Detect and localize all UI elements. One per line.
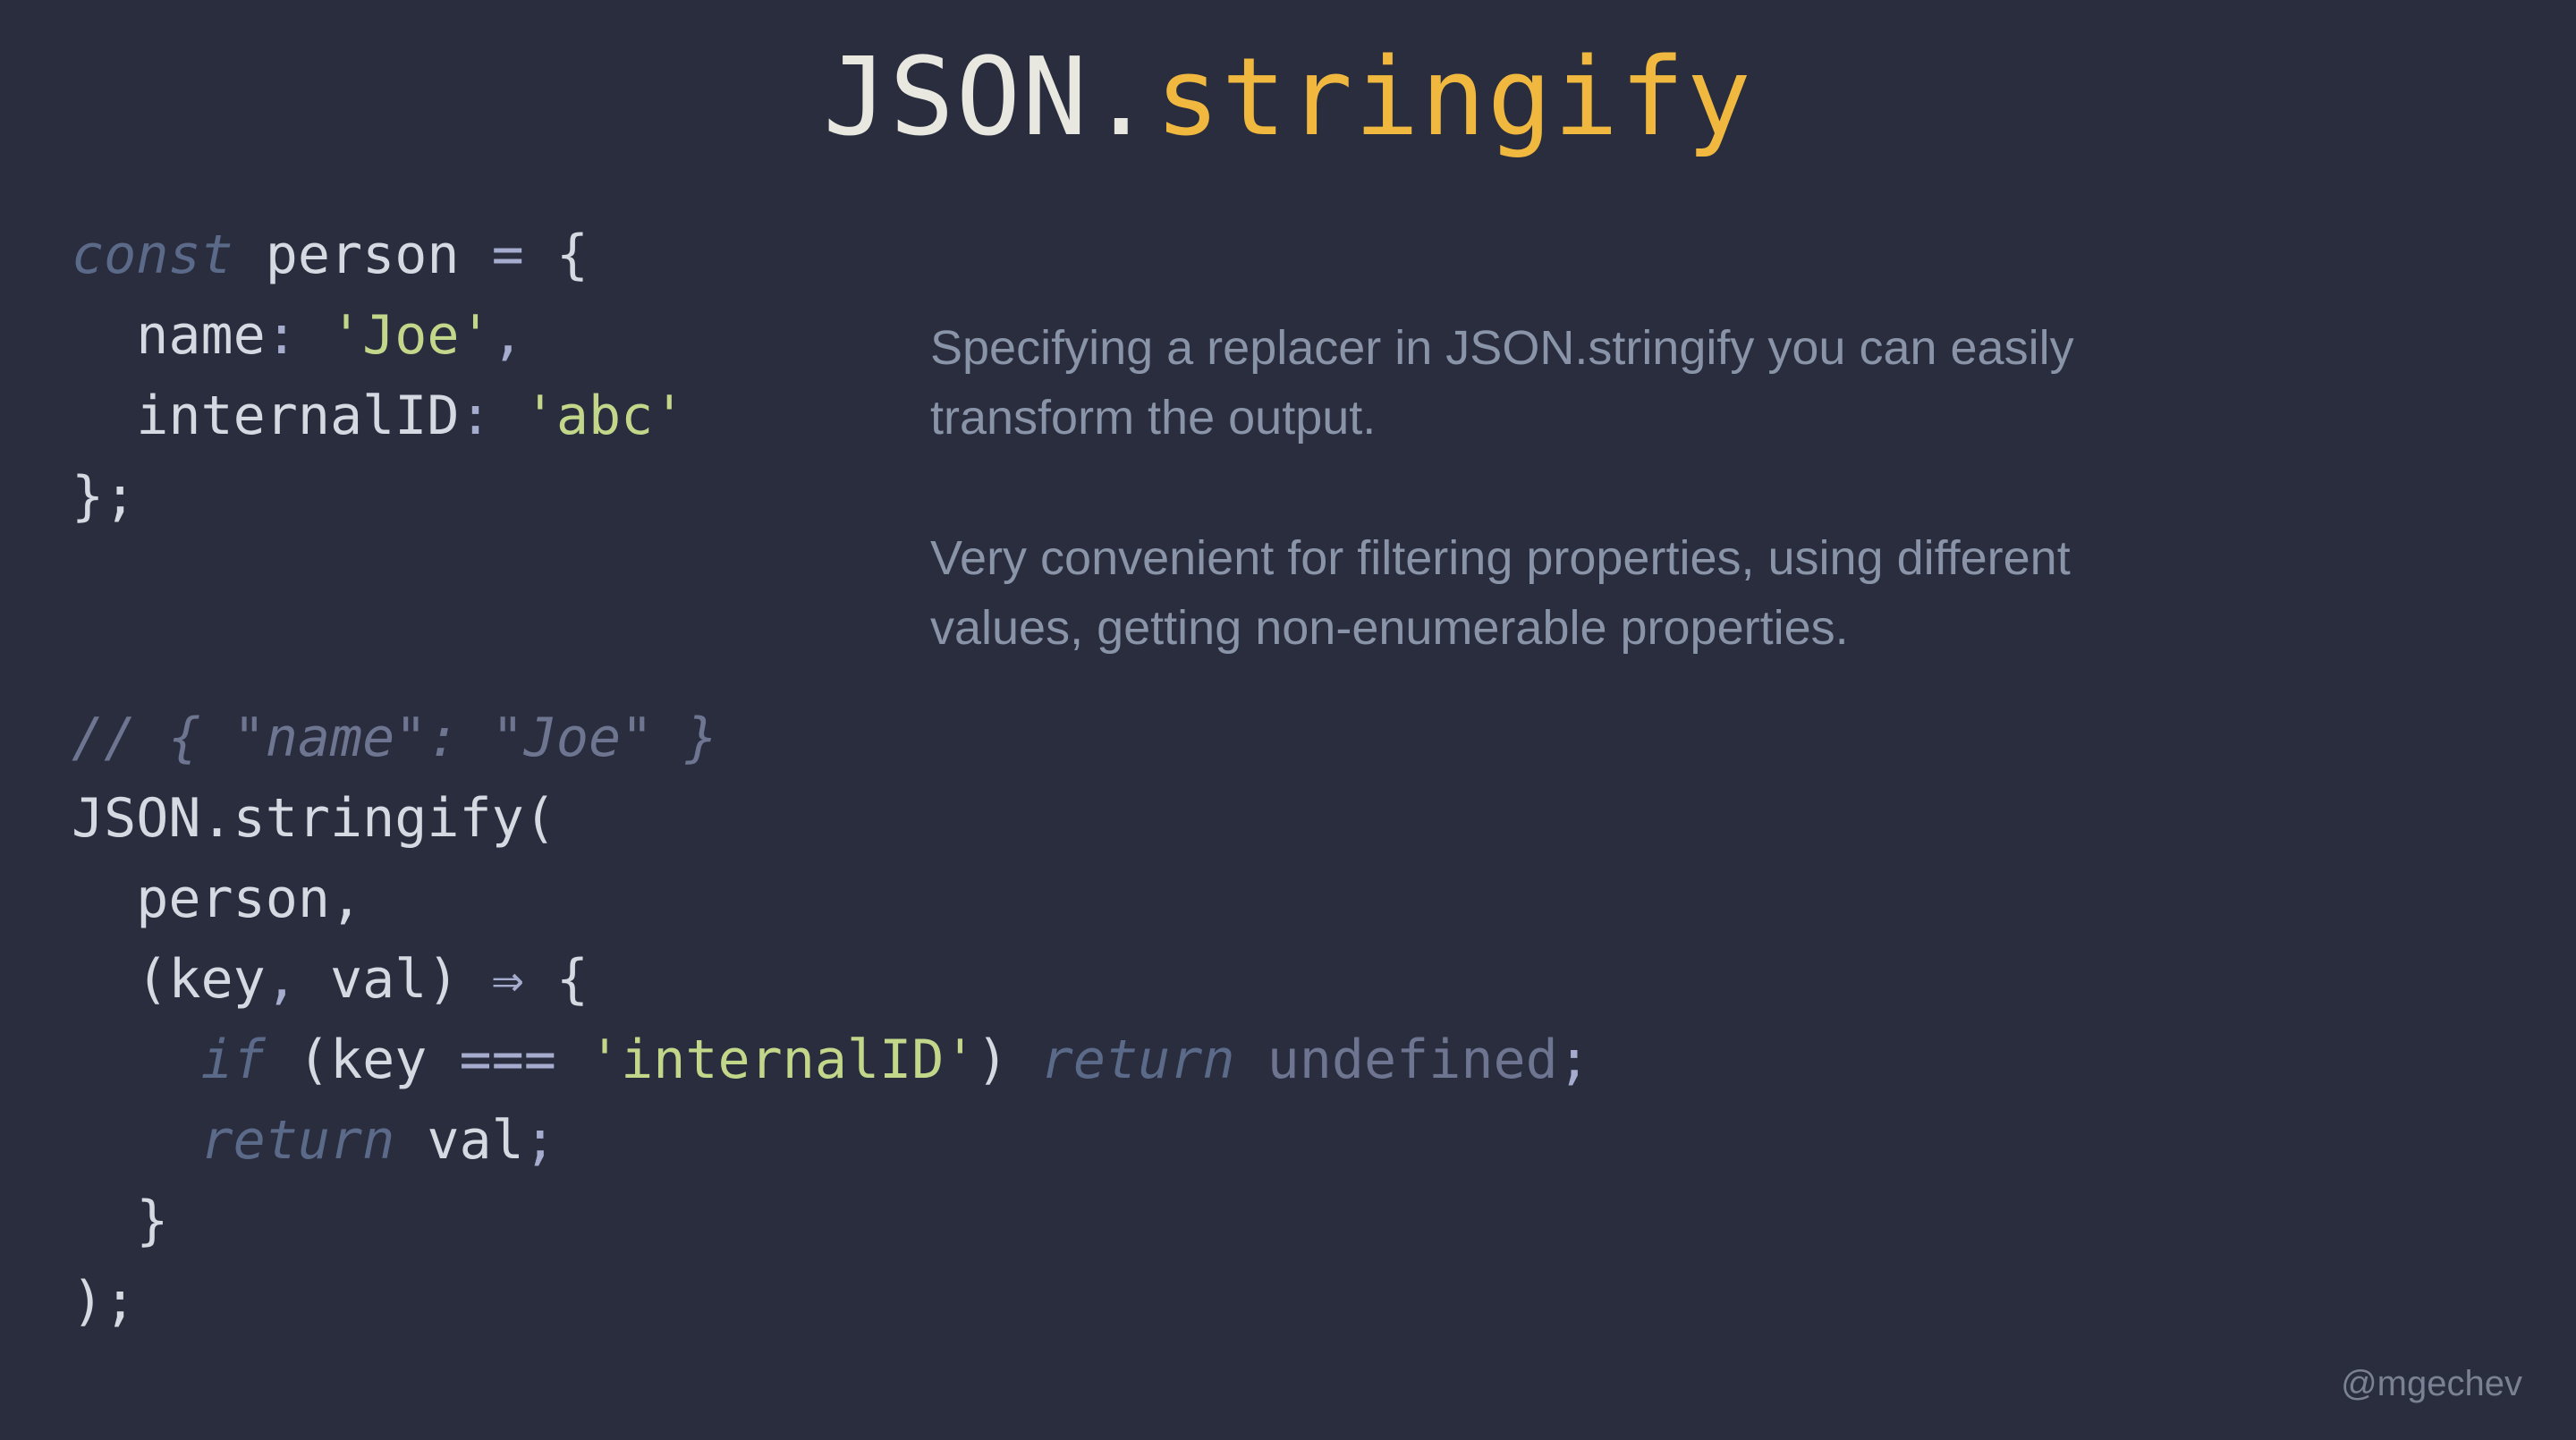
code-token: ; bbox=[1558, 1029, 1590, 1091]
code-token: if bbox=[201, 1029, 266, 1091]
code-token: return bbox=[1041, 1029, 1235, 1091]
code-token: { bbox=[524, 948, 589, 1011]
code-token: person, bbox=[136, 868, 362, 930]
code-token: ⇒ bbox=[492, 948, 524, 1011]
code-token: undefined bbox=[1267, 1029, 1558, 1091]
code-comment: // { "name": "Joe" } bbox=[72, 707, 717, 769]
code-token: key bbox=[330, 1029, 460, 1091]
code-token: person bbox=[233, 224, 492, 286]
code-token: }; bbox=[72, 465, 136, 528]
code-token bbox=[72, 1029, 201, 1091]
code-token: , bbox=[492, 304, 524, 367]
code-token bbox=[394, 1109, 427, 1172]
code-token bbox=[72, 948, 136, 1011]
code-token: } bbox=[136, 1190, 168, 1252]
code-token: , bbox=[266, 948, 330, 1011]
code-token: ; bbox=[524, 1109, 556, 1172]
code-token bbox=[72, 1109, 201, 1172]
description-paragraph-2: Very convenient for filtering properties… bbox=[930, 523, 2165, 664]
code-token: internalID bbox=[136, 385, 459, 447]
title-part2: stringify bbox=[1156, 36, 1753, 160]
code-token bbox=[72, 304, 136, 367]
code-token: val bbox=[427, 1109, 523, 1172]
code-token bbox=[72, 868, 136, 930]
code-token bbox=[1234, 1029, 1267, 1091]
code-token: === bbox=[460, 1029, 556, 1091]
code-token: ); bbox=[72, 1270, 136, 1333]
code-token bbox=[556, 1029, 589, 1091]
code-token: 'Joe' bbox=[330, 304, 492, 367]
code-token: ) bbox=[427, 948, 491, 1011]
code-token bbox=[266, 1029, 298, 1091]
code-token: : bbox=[266, 304, 330, 367]
code-token: = bbox=[492, 224, 524, 286]
code-token: 'internalID' bbox=[589, 1029, 976, 1091]
title-part1: JSON. bbox=[823, 36, 1155, 160]
code-token: name bbox=[136, 304, 266, 367]
code-token: val bbox=[330, 948, 427, 1011]
code-token: const bbox=[72, 224, 233, 286]
code-token: ) bbox=[976, 1029, 1040, 1091]
slide-title: JSON.stringify bbox=[0, 0, 2576, 160]
code-token: : bbox=[459, 385, 523, 447]
code-token bbox=[72, 385, 136, 447]
code-token: return bbox=[201, 1109, 395, 1172]
code-token: JSON.stringify( bbox=[72, 787, 556, 850]
author-handle: @mgechev bbox=[2341, 1364, 2522, 1404]
code-token bbox=[72, 1190, 136, 1252]
code-token: { bbox=[524, 224, 589, 286]
code-token: key bbox=[168, 948, 265, 1011]
description-paragraph-1: Specifying a replacer in JSON.stringify … bbox=[930, 313, 2165, 453]
code-token: ( bbox=[298, 1029, 330, 1091]
code-token: 'abc' bbox=[524, 385, 686, 447]
description-block: Specifying a replacer in JSON.stringify … bbox=[930, 313, 2165, 733]
code-token: ( bbox=[136, 948, 168, 1011]
